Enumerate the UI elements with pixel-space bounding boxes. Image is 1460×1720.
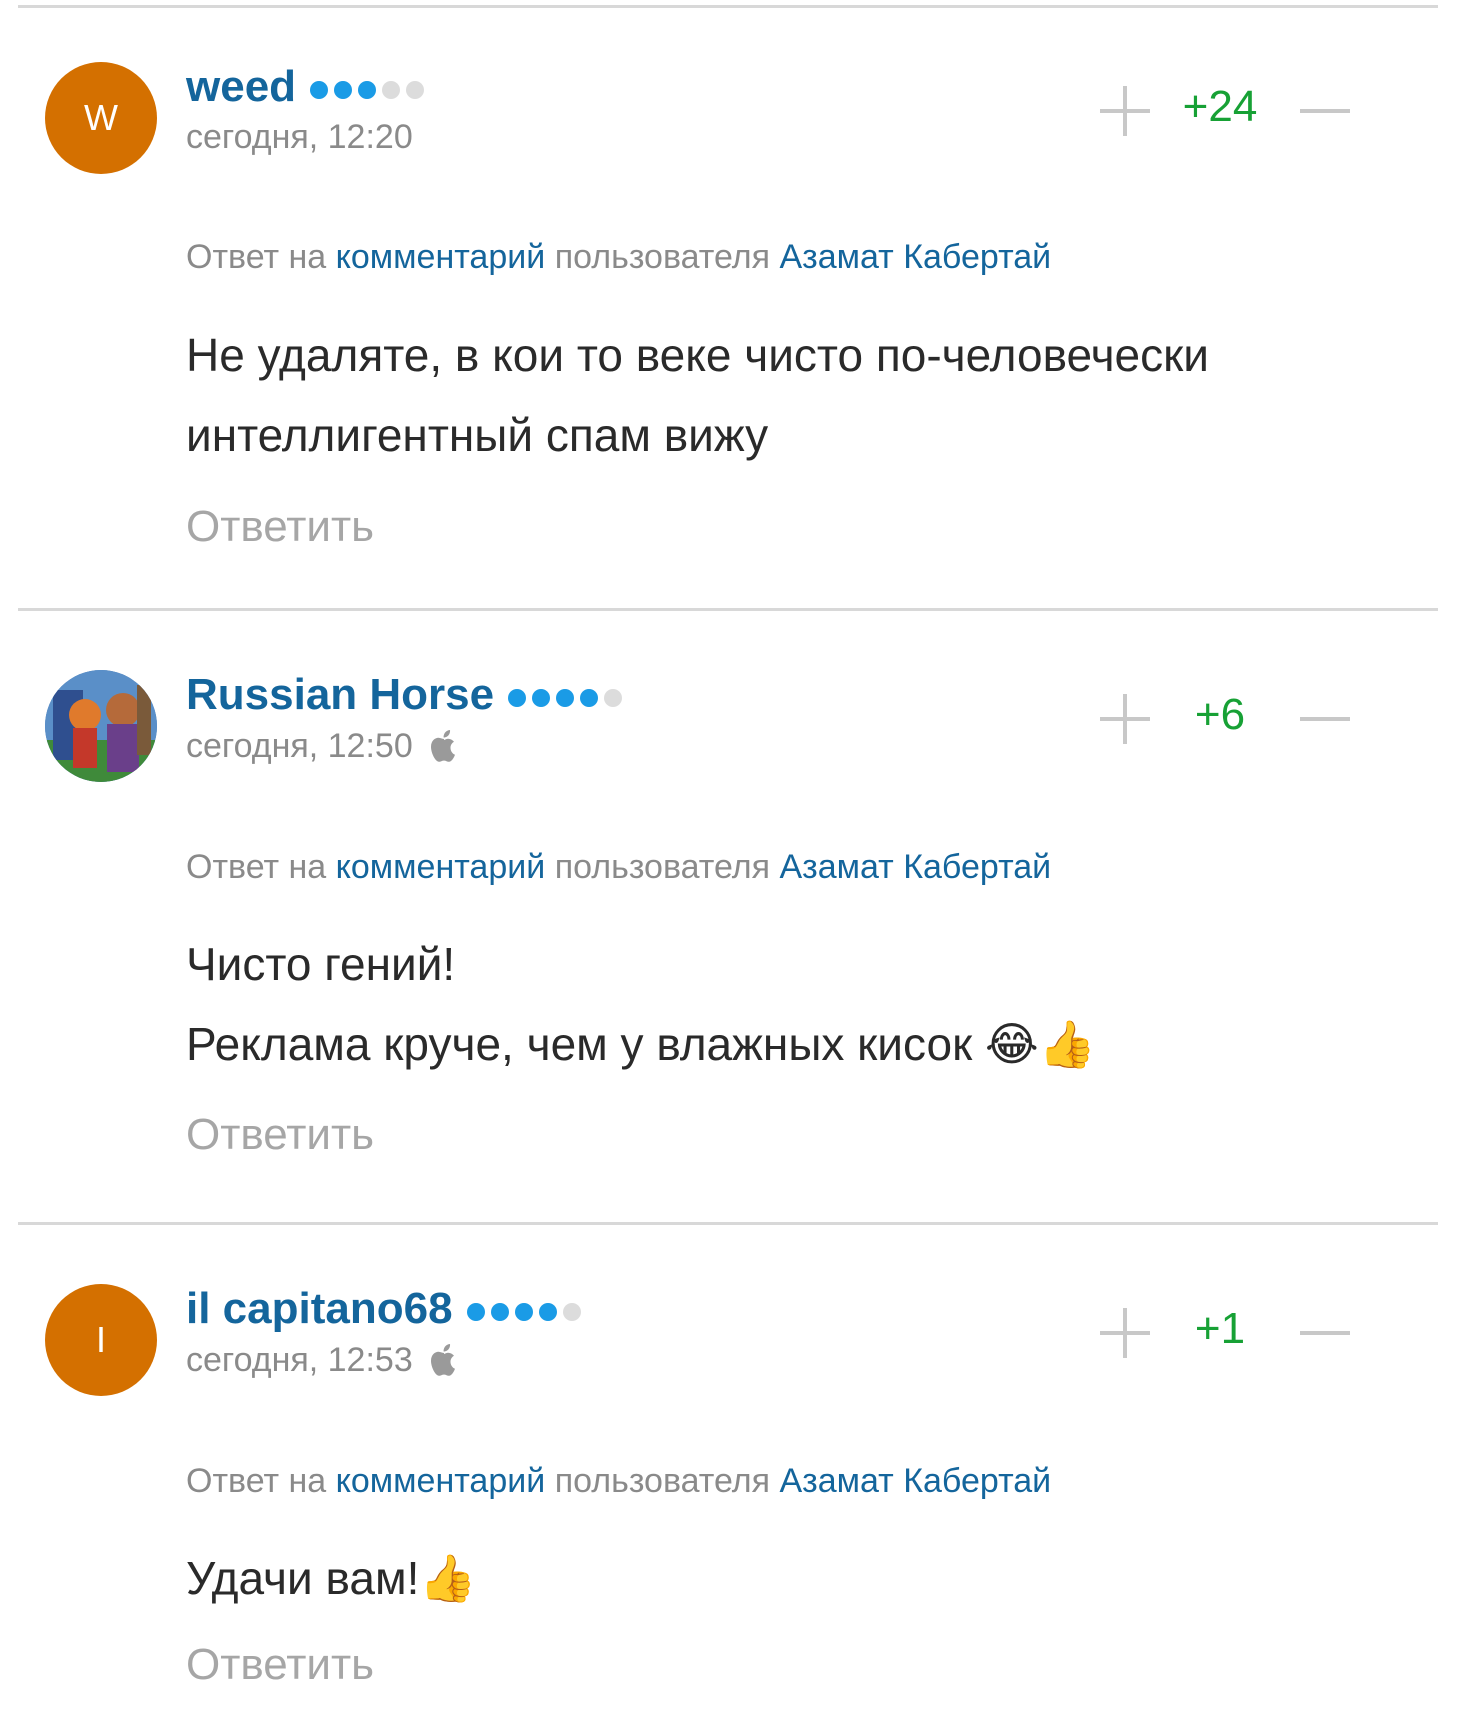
comment-text-line: Не удаляте, в кои то веке чисто по-челов… — [186, 329, 1209, 461]
divider — [18, 608, 1438, 611]
reply-button[interactable]: Ответить — [186, 1110, 374, 1160]
comment-author: il capitano68 — [186, 1284, 581, 1334]
apple-icon — [430, 1344, 455, 1376]
rating-dot — [508, 689, 527, 707]
comment-body: Чисто гений! Реклама круче, чем у влажны… — [186, 924, 1406, 1084]
comment-author: Russian Horse — [186, 670, 623, 720]
parent-user-link[interactable]: Азамат Кабертай — [779, 1462, 1051, 1500]
vote-controls: +6 — [1100, 690, 1400, 750]
user-rating-dots — [466, 1303, 581, 1321]
comment-author: weed — [186, 62, 425, 112]
user-rating-dots — [310, 81, 425, 99]
rating-dot — [538, 1303, 557, 1321]
vote-score: +1 — [1194, 1304, 1246, 1353]
avatar-letter: W — [84, 97, 118, 138]
avatar[interactable] — [45, 670, 157, 782]
comment-timestamp: сегодня, 12:53 — [186, 1340, 413, 1379]
vote-score: +24 — [1182, 82, 1258, 131]
comment-body: Удачи вам!👍 — [186, 1538, 1406, 1618]
comment-meta: сегодня, 12:50 — [186, 726, 461, 766]
reply-button[interactable]: Ответить — [186, 502, 374, 552]
comment-body: Не удаляте, в кои то веке чисто по-челов… — [186, 315, 1406, 475]
reply-mid: пользователя — [554, 238, 771, 276]
parent-user-link[interactable]: Азамат Кабертай — [779, 848, 1051, 886]
reply-mid: пользователя — [554, 848, 771, 886]
upvote-plus-icon[interactable] — [1100, 86, 1150, 136]
reply-context: Ответ на комментарий пользователя Азамат… — [186, 848, 1051, 887]
author-name[interactable]: il capitano68 — [186, 1284, 453, 1334]
parent-comment-link[interactable]: комментарий — [336, 848, 546, 886]
rating-dot — [532, 689, 551, 707]
vote-score: +6 — [1194, 690, 1246, 739]
reply-mid: пользователя — [554, 1462, 771, 1500]
upvote-plus-icon[interactable] — [1100, 694, 1150, 744]
comment-text-line: Реклама круче, чем у влажных кисок 😂👍 — [186, 1004, 1406, 1084]
author-name[interactable]: Russian Horse — [186, 670, 494, 720]
downvote-minus-icon[interactable] — [1300, 1331, 1350, 1335]
user-rating-dots — [508, 689, 623, 707]
reply-prefix: Ответ на — [186, 848, 327, 886]
laughing-thumbs-up-emoji-icon: 😂👍 — [984, 1017, 1097, 1071]
parent-comment-link[interactable]: комментарий — [336, 1462, 546, 1500]
reply-context: Ответ на комментарий пользователя Азамат… — [186, 1462, 1051, 1501]
comment-meta: сегодня, 12:53 — [186, 1340, 461, 1380]
apple-icon — [430, 730, 455, 762]
comment-timestamp: сегодня, 12:50 — [186, 726, 413, 765]
rating-dot — [466, 1303, 485, 1321]
reply-context: Ответ на комментарий пользователя Азамат… — [186, 238, 1051, 277]
rating-dot — [382, 81, 401, 99]
vote-controls: +24 — [1100, 82, 1400, 142]
rating-dot — [334, 81, 353, 99]
parent-user-link[interactable]: Азамат Кабертай — [779, 238, 1051, 276]
upvote-plus-icon[interactable] — [1100, 1308, 1150, 1358]
rating-dot — [580, 689, 599, 707]
rating-dot — [514, 1303, 533, 1321]
rating-dot — [358, 81, 377, 99]
comment-item: W weed сегодня, 12:20 +24 Ответ на комме… — [0, 60, 1460, 600]
avatar[interactable]: I — [45, 1284, 157, 1396]
comment-text-span: Удачи вам! — [186, 1552, 420, 1604]
comment-text-span: Реклама круче, чем у влажных кисок — [186, 1018, 973, 1070]
reply-prefix: Ответ на — [186, 238, 327, 276]
reply-button[interactable]: Ответить — [186, 1640, 374, 1690]
rating-dot — [310, 81, 329, 99]
author-name[interactable]: weed — [186, 62, 296, 112]
vote-controls: +1 — [1100, 1304, 1400, 1364]
avatar-letter: I — [95, 1319, 106, 1360]
comment-item: Russian Horse сегодня, 12:50 +6 Ответ на… — [0, 668, 1460, 1208]
rating-dot — [490, 1303, 509, 1321]
downvote-minus-icon[interactable] — [1300, 109, 1350, 113]
divider — [18, 1222, 1438, 1225]
avatar[interactable]: W — [45, 62, 157, 174]
rating-dot — [406, 81, 425, 99]
comment-item: I il capitano68 сегодня, 12:53 +1 Ответ … — [0, 1282, 1460, 1702]
thumbs-up-emoji-icon: 👍 — [419, 1551, 477, 1605]
divider-top — [18, 5, 1438, 8]
comment-timestamp: сегодня, 12:20 — [186, 118, 413, 156]
reply-prefix: Ответ на — [186, 1462, 327, 1500]
parent-comment-link[interactable]: комментарий — [336, 238, 546, 276]
avatar-image-icon — [45, 670, 157, 782]
rating-dot — [556, 689, 575, 707]
rating-dot — [562, 1303, 581, 1321]
comment-text-line: Удачи вам!👍 — [186, 1538, 1406, 1618]
comment-meta: сегодня, 12:20 — [186, 118, 413, 157]
downvote-minus-icon[interactable] — [1300, 717, 1350, 721]
comment-text-line: Чисто гений! — [186, 938, 456, 990]
rating-dot — [604, 689, 623, 707]
